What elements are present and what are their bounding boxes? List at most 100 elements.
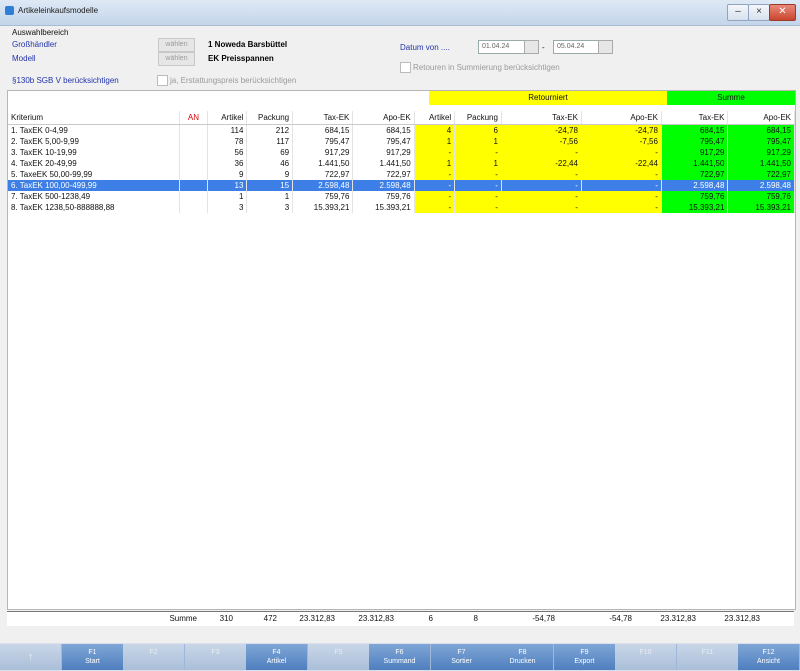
fkey-number: F8	[518, 649, 527, 656]
table-cell: 759,76	[727, 191, 795, 202]
summe-label: Summe	[169, 614, 197, 623]
maximize-button[interactable]: ×	[748, 4, 770, 21]
column-header[interactable]: Apo-EK	[727, 111, 795, 125]
table-cell: -	[501, 147, 582, 158]
table-row[interactable]: 1. TaxEK 0-4,99 114 212 684,15 684,15 4 6 -24,7…	[8, 124, 795, 136]
table-cell: 1.441,50	[352, 158, 415, 169]
table-cell: 4	[414, 124, 456, 136]
column-header[interactable]: Artikel	[414, 111, 456, 125]
table-cell: -24,78	[581, 124, 662, 136]
table-cell: -24,78	[501, 124, 582, 136]
sum-cell: 23.312,83	[299, 614, 335, 623]
table-cell: 46	[246, 158, 294, 169]
column-header[interactable]: Packung	[454, 111, 502, 125]
table-cell: 722,97	[661, 169, 729, 180]
table-cell: 1	[414, 136, 456, 147]
sum-cell: 8	[473, 614, 478, 623]
table-cell: -	[454, 169, 502, 180]
up-arrow-button[interactable]: ↑	[0, 644, 62, 670]
fkey-label: Start	[85, 658, 100, 665]
fkey-f3[interactable]: F3	[185, 644, 247, 670]
group-header-summe: Summe	[667, 91, 795, 105]
table-cell: 15.393,21	[292, 202, 354, 213]
date-separator: -	[542, 43, 545, 52]
fkey-f10[interactable]: F10	[615, 644, 677, 670]
fkey-number: F3	[211, 649, 220, 656]
fkey-f11[interactable]: F11	[677, 644, 739, 670]
retouren-checkbox[interactable]	[400, 62, 411, 73]
table-cell: -	[501, 180, 582, 191]
table-cell: 2.598,48	[727, 180, 795, 191]
table-cell: 15.393,21	[352, 202, 415, 213]
date-to-calendar-button[interactable]	[598, 40, 613, 54]
table-cell: -	[581, 169, 662, 180]
table-cell: -	[454, 191, 502, 202]
date-to-field[interactable]: 05.04.24	[553, 40, 602, 54]
column-header[interactable]: Kriterium	[8, 111, 180, 125]
table-cell: -	[581, 191, 662, 202]
fkey-number: F5	[334, 649, 343, 656]
fkey-f6[interactable]: F6 Summand	[369, 644, 431, 670]
table-cell: -	[581, 147, 662, 158]
table-row[interactable]: 2. TaxEK 5,00-9,99 78 117 795,47 795,47 1 1 -7,…	[8, 136, 795, 147]
table-cell: 795,47	[661, 136, 729, 147]
table-row[interactable]: 3. TaxEK 10-19,99 56 69 917,29 917,29- - - -917…	[8, 147, 795, 158]
table-cell: 6. TaxEK 100,00-499,99	[8, 180, 180, 191]
table-row[interactable]: 7. TaxEK 500-1238,49 1 1 759,76 759,76- - - -75…	[8, 191, 795, 202]
table-cell: 9	[246, 169, 294, 180]
column-header[interactable]: Packung	[246, 111, 294, 125]
fkey-f12[interactable]: F12 Ansicht	[738, 644, 800, 670]
date-from-calendar-button[interactable]	[524, 40, 539, 54]
fkey-f2[interactable]: F2	[123, 644, 185, 670]
table-cell: 69	[246, 147, 294, 158]
results-grid[interactable]: Retourniert Summe Kriterium AN Artikel Pack…	[7, 90, 796, 610]
table-cell: 15	[246, 180, 294, 191]
table-cell	[179, 124, 208, 136]
fkey-f5[interactable]: F5	[308, 644, 370, 670]
column-header[interactable]: AN	[179, 111, 208, 125]
sum-cell: 23.312,83	[724, 614, 760, 623]
column-header[interactable]: Artikel	[207, 111, 248, 125]
column-header[interactable]: Tax-EK	[501, 111, 582, 125]
choose-modell-button[interactable]: wählen	[158, 52, 195, 66]
window-title: Artikeleinkaufsmodelle	[18, 6, 99, 15]
table-row[interactable]: 5. TaxeEK 50,00-99,99 9 9 722,97 722,97- - - -7…	[8, 169, 795, 180]
table-cell: 759,76	[352, 191, 415, 202]
fkey-label: Artikel	[266, 658, 287, 665]
sum-cell: 23.312,83	[660, 614, 696, 623]
fkey-label: Drucken	[509, 658, 536, 665]
close-button[interactable]: ✕	[769, 4, 796, 21]
table-cell: -22,44	[581, 158, 662, 169]
table-cell: -	[501, 191, 582, 202]
table-cell: -7,56	[581, 136, 662, 147]
fkey-f9[interactable]: F9 Export	[554, 644, 616, 670]
section-label: Auswahlbereich	[12, 28, 69, 37]
column-header[interactable]: Tax-EK	[292, 111, 354, 125]
table-row[interactable]: 8. TaxEK 1238,50-888888,88 3 3 15.393,21 15.…	[8, 202, 795, 213]
fkey-f1[interactable]: F1 Start	[62, 644, 124, 670]
table-cell: 759,76	[292, 191, 354, 202]
table-row[interactable]: 6. TaxEK 100,00-499,99 13 15 2.598,48 2.598,…	[8, 180, 795, 191]
minimize-button[interactable]: –	[727, 4, 749, 21]
table-cell: 684,15	[292, 124, 354, 136]
sgb-checkbox[interactable]	[157, 75, 168, 86]
table-cell: 6	[454, 124, 502, 136]
column-header[interactable]: Apo-EK	[581, 111, 662, 125]
fkey-f8[interactable]: F8 Drucken	[492, 644, 554, 670]
grosshaendler-value: 1 Noweda Barsbüttel	[208, 40, 288, 49]
column-header[interactable]: Tax-EK	[661, 111, 729, 125]
sum-cell: 472	[263, 614, 277, 623]
fkey-number: F12	[762, 649, 775, 656]
table-cell: 2.598,48	[292, 180, 354, 191]
fkey-f7[interactable]: F7 Sortier	[431, 644, 493, 670]
table-cell: 3	[207, 202, 248, 213]
table-cell: -	[501, 169, 582, 180]
fkey-f4[interactable]: F4 Artikel	[246, 644, 308, 670]
table-cell: 9	[207, 169, 248, 180]
table-cell	[179, 180, 208, 191]
choose-grosshaendler-button[interactable]: wählen	[158, 38, 195, 52]
date-from-field[interactable]: 01.04.24	[478, 40, 528, 54]
column-header[interactable]: Apo-EK	[352, 111, 415, 125]
grid-table: Kriterium AN Artikel Packung Tax-EK Apo-EK Art…	[8, 111, 795, 213]
table-row[interactable]: 4. TaxEK 20-49,99 36 46 1.441,50 1.441,50 1 1-…	[8, 158, 795, 169]
